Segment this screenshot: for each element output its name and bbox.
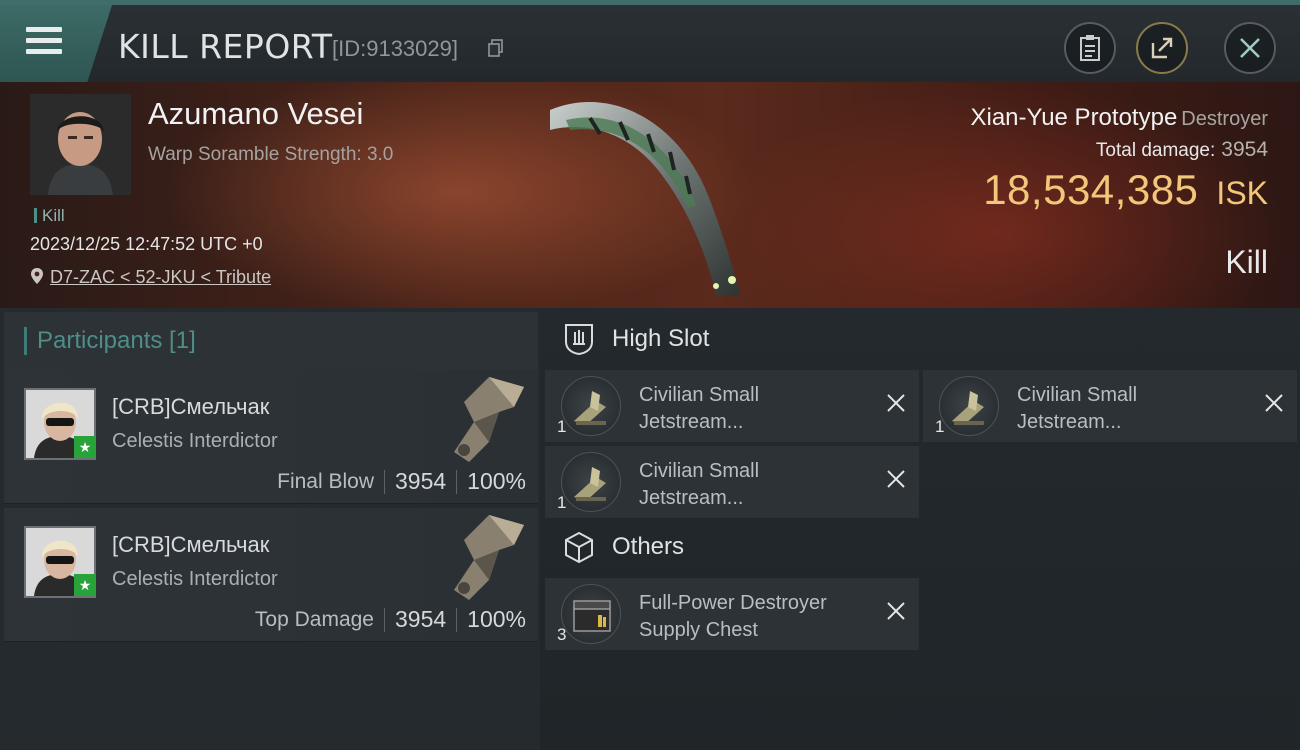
isk-unit: ISK [1216, 175, 1268, 211]
victim-ship-summary: Xian-Yue Prototype Destroyer Total damage… [970, 104, 1268, 214]
others-header: Others [562, 530, 684, 564]
share-button[interactable] [1136, 22, 1188, 74]
participant-role: Top Damage [254, 607, 374, 631]
others-title: Others [612, 533, 685, 560]
destroyed-x-icon [887, 394, 905, 412]
participant-ship: Celestis Interdictor [112, 568, 278, 590]
participant-ship: Celestis Interdictor [112, 430, 278, 452]
high-slot-icon [565, 324, 593, 356]
kill-datetime: 2023/12/25 12:47:52 UTC +0 [30, 234, 263, 254]
result-label: Kill [1225, 244, 1268, 280]
kill-location[interactable]: D7-ZAC < 52-JKU < Tribute [30, 267, 271, 288]
interdictor-ship-image [454, 377, 524, 462]
top-bar: KILL REPORT [ID:9133029] [0, 0, 1300, 82]
victim-name[interactable]: Azumano Vesei [148, 96, 363, 132]
participant-name[interactable]: [CRB]Смельчак [112, 394, 269, 420]
location-pin-icon [31, 268, 43, 284]
participant-name[interactable]: [CRB]Смельчак [112, 532, 269, 558]
item-icon [561, 452, 621, 512]
high-slot-header: High Slot [562, 322, 709, 356]
participant-stats: Final Blow 3954 100% [277, 468, 526, 495]
corp-star-icon: ★ [74, 574, 96, 596]
supply-chest-icon [573, 600, 611, 632]
close-icon [1240, 38, 1260, 58]
victim-portrait[interactable] [30, 94, 131, 195]
participant-row[interactable]: ★ [CRB]Смельчак Celestis Interdictor Fin… [4, 370, 538, 504]
clipboard-icon [1080, 35, 1100, 61]
fitted-item[interactable]: 1 Civilian Small Jetstream... [545, 446, 919, 518]
fitted-item[interactable]: 3 Full-Power Destroyer Supply Chest [545, 578, 919, 650]
destroyed-x-icon [887, 602, 905, 620]
fitted-item[interactable]: 1 Civilian Small Jetstream... [545, 370, 919, 442]
participants-panel: Participants [1] ★ [CRB]Смельчак Celesti… [0, 308, 540, 750]
report-id: [ID:9133029] [332, 36, 458, 61]
jetstream-module-icon [574, 467, 606, 501]
location-link[interactable]: D7-ZAC < 52-JKU < Tribute [50, 267, 271, 287]
destroyer-ship-image [550, 102, 740, 296]
clipboard-button[interactable] [1064, 22, 1116, 74]
kill-tag: Kill [34, 206, 65, 226]
isk-value: 18,534,385 [983, 166, 1199, 213]
total-damage-value: 3954 [1221, 138, 1268, 161]
participant-role: Final Blow [277, 469, 374, 493]
cube-icon [565, 531, 593, 564]
jetstream-module-icon [952, 391, 984, 425]
pilot-portrait-icon [30, 94, 131, 195]
interdictor-ship-image [454, 515, 524, 600]
copy-icon[interactable] [488, 39, 504, 57]
item-quantity: 1 [935, 417, 945, 436]
page-title: KILL REPORT [118, 27, 333, 66]
item-icon [561, 584, 621, 644]
jetstream-module-icon [574, 391, 606, 425]
hamburger-icon [26, 27, 62, 55]
close-button[interactable] [1224, 22, 1276, 74]
participant-percent: 100% [467, 468, 526, 494]
victim-ship-name[interactable]: Xian-Yue Prototype [970, 104, 1177, 131]
item-name: Full-Power Destroyer Supply Chest [639, 592, 827, 641]
item-quantity: 1 [557, 493, 567, 512]
share-icon [1151, 37, 1173, 59]
item-quantity: 1 [557, 417, 567, 436]
destroyed-x-icon [1265, 394, 1283, 412]
participants-title: Participants [1] [37, 327, 196, 354]
item-name: Civilian Small Jetstream... [1017, 384, 1138, 433]
item-icon [939, 376, 999, 436]
participant-row[interactable]: ★ [CRB]Смельчак Celestis Interdictor Top… [4, 508, 538, 642]
item-quantity: 3 [557, 625, 567, 644]
warp-scramble-strength: Warp Soramble Strength: 3.0 [148, 144, 394, 165]
menu-button[interactable] [0, 5, 112, 82]
fitted-item[interactable]: 1 Civilian Small Jetstream... [923, 370, 1297, 442]
fitting-panel: High Slot 1 Civilian Small Jetstream... … [540, 308, 1300, 750]
item-name: Civilian Small Jetstream... [639, 384, 760, 433]
item-name: Civilian Small Jetstream... [639, 460, 760, 509]
participant-damage: 3954 [395, 606, 447, 632]
total-damage-label: Total damage: [1095, 140, 1216, 161]
victim-banner: Azumano Vesei Warp Soramble Strength: 3.… [0, 82, 1300, 308]
participants-header: Participants [1] [4, 312, 538, 370]
destroyed-x-icon [887, 470, 905, 488]
participant-stats: Top Damage 3954 100% [255, 606, 526, 633]
victim-ship-class: Destroyer [1181, 108, 1268, 130]
participant-percent: 100% [467, 606, 526, 632]
item-icon [561, 376, 621, 436]
high-slot-title: High Slot [612, 325, 710, 352]
corp-star-icon: ★ [74, 436, 96, 458]
participant-damage: 3954 [395, 468, 447, 494]
